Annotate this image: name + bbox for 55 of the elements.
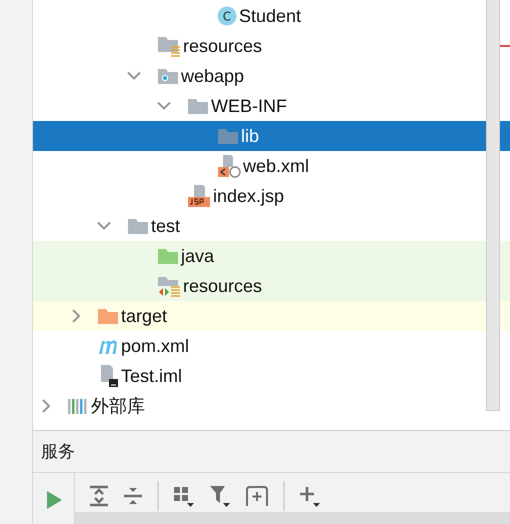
- tree-item[interactable]: target: [33, 301, 510, 331]
- tree-item[interactable]: C Student: [33, 1, 510, 31]
- chevron-down-icon[interactable]: [157, 102, 171, 110]
- expand-all-icon: [89, 485, 109, 507]
- play-icon: [44, 490, 62, 510]
- tree-item[interactable]: resources: [33, 31, 510, 61]
- collapse-all-icon: [123, 485, 143, 507]
- chevron-right-icon[interactable]: [72, 309, 81, 323]
- tree-item-label: java: [181, 246, 214, 266]
- tree-item-label: test: [151, 216, 180, 236]
- jsp-file-icon: [187, 184, 211, 208]
- tree-item[interactable]: Test.iml: [33, 361, 510, 391]
- error-stripe-marker: [500, 45, 510, 47]
- panel-title: 服务: [41, 441, 75, 463]
- tree-item[interactable]: 外部库: [33, 391, 510, 421]
- library-icon: [67, 397, 89, 415]
- tree-item-label: Test.iml: [121, 366, 182, 386]
- tree-item[interactable]: index.jsp: [33, 181, 510, 211]
- folder-icon: [97, 307, 119, 325]
- tree-item[interactable]: test: [33, 211, 510, 241]
- xml-file-icon: [217, 154, 241, 178]
- filter-icon: [209, 484, 231, 508]
- tree-item[interactable]: resources: [33, 271, 510, 301]
- tree-item-label: resources: [183, 276, 262, 296]
- tree-item[interactable]: web.xml: [33, 151, 510, 181]
- test-resource-folder-icon: [157, 275, 181, 297]
- tree-item[interactable]: webapp: [33, 61, 510, 91]
- tree-item[interactable]: pom.xml: [33, 331, 510, 361]
- web-folder-icon: [157, 67, 179, 85]
- tree-item-label: WEB-INF: [211, 96, 287, 116]
- tree-item-label: webapp: [181, 66, 244, 86]
- folder-icon: [217, 127, 239, 145]
- tree-item-label: Student: [239, 6, 302, 26]
- class-icon: C: [217, 6, 237, 26]
- tree-item-label: web.xml: [243, 156, 310, 176]
- chevron-right-icon[interactable]: [42, 399, 51, 413]
- tree-item-label: index.jsp: [213, 186, 284, 206]
- folder-icon: [187, 97, 209, 115]
- tree-item-label: target: [121, 306, 168, 326]
- grid-icon: [173, 484, 195, 508]
- tree-item[interactable]: WEB-INF: [33, 91, 510, 121]
- tree-item-label: lib: [241, 126, 260, 146]
- tree-item-label: 外部库: [91, 395, 145, 418]
- folder-icon: [127, 217, 149, 235]
- tab-plus-icon: [245, 485, 269, 507]
- resource-folder-icon: [157, 35, 181, 57]
- tree-item-label: resources: [183, 36, 262, 56]
- tree-item[interactable]: java: [33, 241, 510, 271]
- scrollbar[interactable]: [486, 0, 500, 411]
- plus-icon: [299, 484, 321, 508]
- folder-icon: [157, 247, 179, 265]
- chevron-down-icon[interactable]: [97, 222, 111, 230]
- tree-item[interactable]: lib: [33, 121, 510, 151]
- chevron-down-icon[interactable]: [127, 72, 141, 80]
- tree-item-label: pom.xml: [121, 336, 190, 356]
